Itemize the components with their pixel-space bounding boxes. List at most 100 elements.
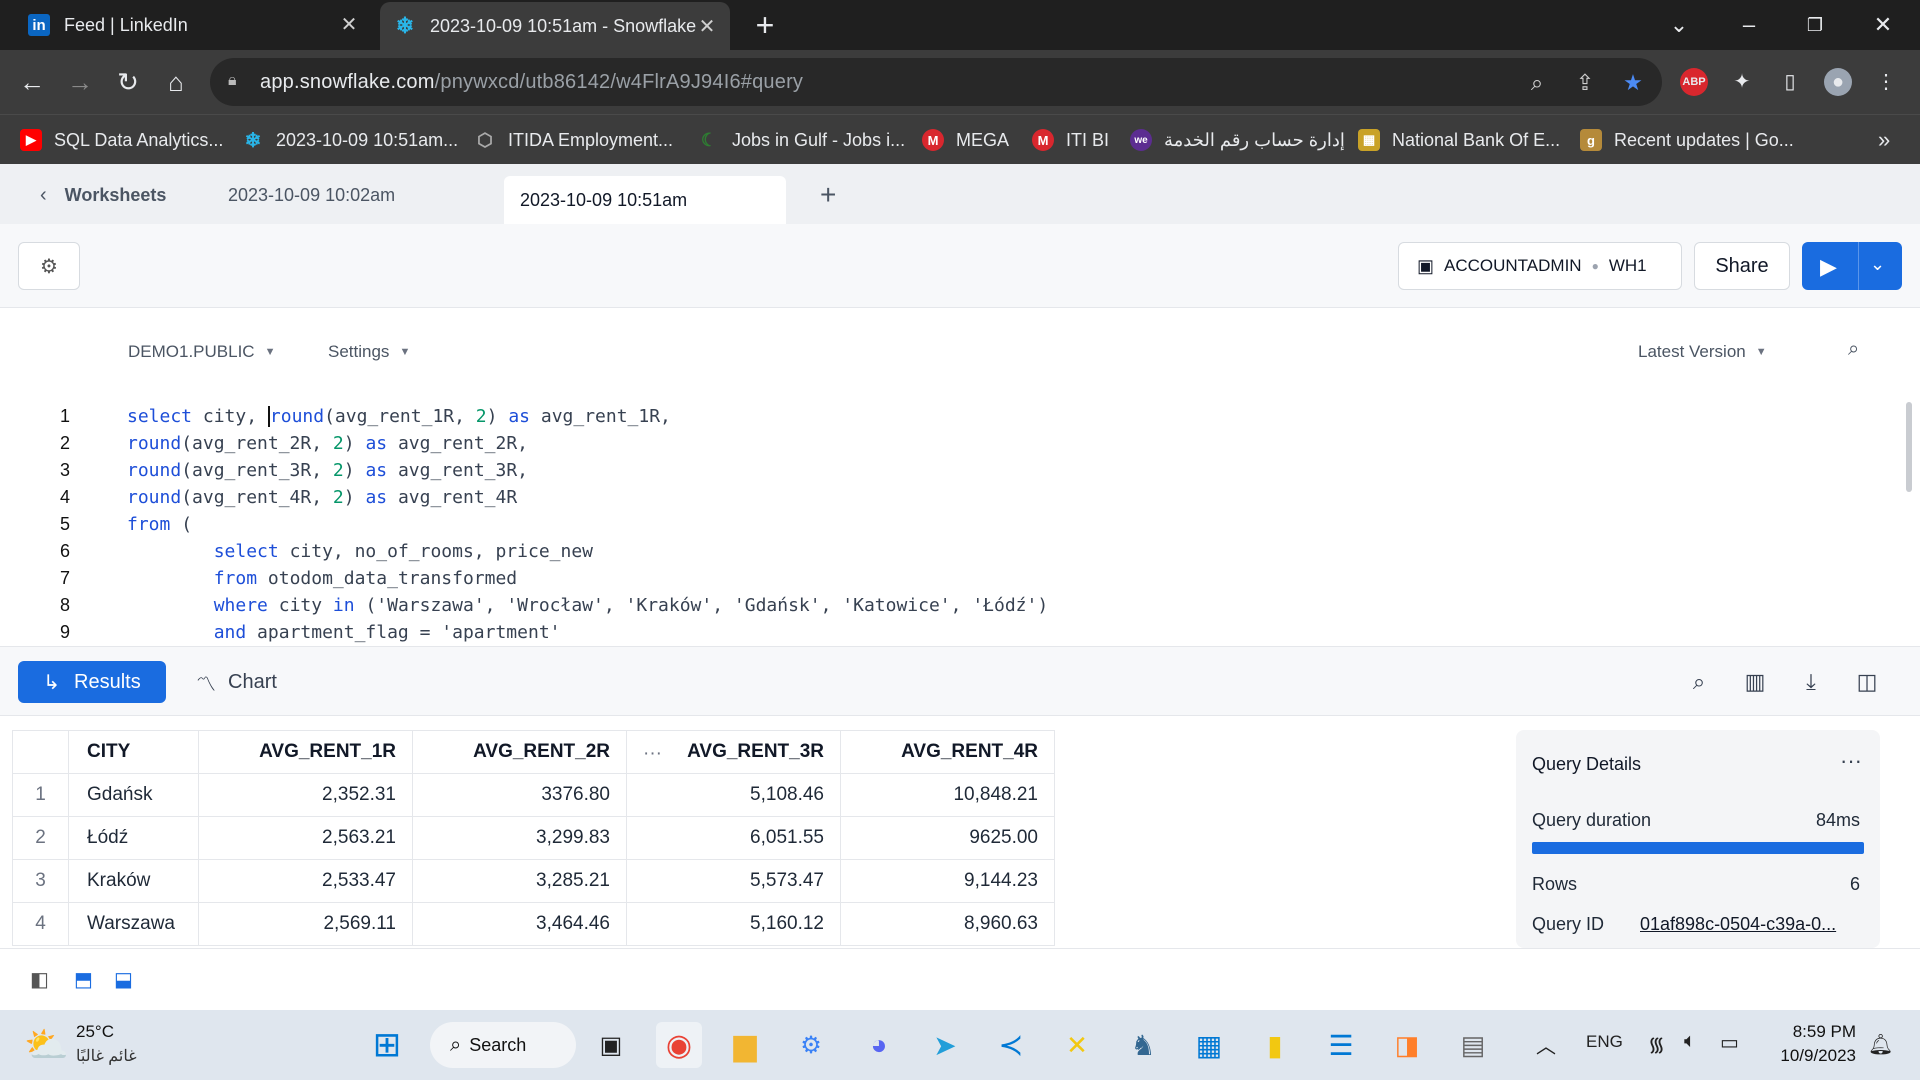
tab-linkedin[interactable]: in Feed | LinkedIn ✕ [14, 0, 372, 50]
bookmark-item[interactable]: g Recent updates | Go... [1580, 127, 1794, 153]
columns-icon[interactable]: ▥ [1740, 667, 1770, 697]
chevron-down-icon[interactable]: ⌄ [1870, 254, 1885, 275]
forward-arrow-icon[interactable]: → [64, 66, 96, 98]
add-worksheet-button[interactable]: + [820, 170, 836, 220]
snowflake-icon: ❄ [244, 129, 262, 152]
more-bookmarks-icon[interactable]: » [1878, 127, 1890, 153]
duration-value: 84ms [1815, 810, 1860, 830]
discord-icon[interactable]: ◕ [856, 1022, 902, 1068]
language-indicator[interactable]: ENG [1586, 1032, 1623, 1052]
itida-icon: ⬡ [477, 129, 493, 150]
share-page-icon[interactable]: ⇪ [1572, 70, 1598, 96]
new-tab-button[interactable]: + [750, 9, 780, 41]
version-dropdown[interactable]: Latest Version ▼ [1638, 342, 1767, 362]
results-table: CITY AVG_RENT_1R AVG_RENT_2R ··· AVG_RENT… [12, 730, 1055, 946]
tab-snowflake[interactable]: ❄ 2023-10-09 10:51am - Snowflake ✕ [380, 2, 730, 50]
close-icon[interactable]: ✕ [338, 14, 360, 36]
column-header[interactable]: AVG_RENT_1R [198, 730, 413, 774]
bottom-panel-layout-icon[interactable]: ⬓ [114, 967, 133, 992]
table-row[interactable]: 2 Łódź 2,563.21 3,299.83 6,051.55 9625.0… [12, 816, 1055, 860]
menu-dots-icon[interactable]: ⋮ [1872, 68, 1900, 96]
editor-scrollbar[interactable] [1906, 402, 1912, 492]
settings-dropdown[interactable]: Settings ▼ [328, 342, 410, 362]
bookmark-item[interactable]: ⬡ ITIDA Employment... [474, 127, 673, 153]
telegram-icon[interactable]: ➤ [922, 1022, 968, 1068]
share-button[interactable]: Share [1694, 242, 1790, 290]
results-tab[interactable]: ↳ Results [18, 661, 166, 703]
search-icon[interactable]: ⌕ [1848, 338, 1859, 361]
chart-tab[interactable]: 〽 Chart [196, 661, 326, 703]
top-panel-layout-icon[interactable]: ⬒ [74, 967, 93, 992]
close-icon[interactable]: ✕ [696, 16, 718, 38]
chevron-up-icon[interactable]: ︿ [1536, 1030, 1556, 1059]
download-icon[interactable]: ⤓ [1796, 667, 1826, 697]
pdf-icon[interactable]: ◨ [1384, 1022, 1430, 1068]
sidepanel-icon[interactable]: ▯ [1776, 68, 1804, 96]
back-arrow-icon[interactable]: ← [16, 66, 48, 98]
clock-time[interactable]: 8:59 PM [1772, 1022, 1856, 1042]
notepad-icon[interactable]: ☰ [1318, 1022, 1364, 1068]
vscode-icon[interactable]: ≺ [988, 1022, 1034, 1068]
column-header[interactable]: CITY [68, 730, 199, 774]
battery-icon[interactable]: ▭ [1720, 1030, 1739, 1055]
home-icon[interactable]: ⌂ [160, 66, 192, 98]
table-row[interactable]: 3 Kraków 2,533.47 3,285.21 5,573.47 9,14… [12, 859, 1055, 903]
column-header[interactable]: ··· AVG_RENT_3R [626, 730, 841, 774]
task-view-icon[interactable]: ▣ [588, 1022, 634, 1068]
bookmark-item[interactable]: ▦ National Bank Of E... [1358, 127, 1560, 153]
column-ellipsis[interactable]: ··· [643, 743, 662, 765]
file-explorer-icon[interactable]: ▆ [722, 1022, 768, 1068]
bookmark-item[interactable]: M MEGA [922, 127, 1009, 153]
windows-start-icon[interactable]: ⊞ [364, 1022, 410, 1068]
table-row[interactable]: 1 Gdańsk 2,352.31 3376.80 5,108.46 10,84… [12, 773, 1055, 817]
profile-avatar[interactable]: ● [1824, 68, 1852, 96]
volume-icon[interactable]: 🔈︎ [1684, 1030, 1696, 1053]
weather-icon[interactable]: ⛅ [24, 1024, 69, 1066]
extensions-icon[interactable]: ✦ [1728, 68, 1756, 96]
powerbi-icon[interactable]: ▮ [1252, 1022, 1298, 1068]
zoom-icon[interactable]: ⌕ [1524, 70, 1550, 96]
notifications-icon[interactable]: 🔔︎ [1868, 1032, 1893, 1057]
role-warehouse-selector[interactable]: ▣ ACCOUNTADMIN ● WH1 [1398, 242, 1682, 290]
sql-editor[interactable]: 1 2 3 4 5 6 7 8 9 select city, round(avg… [0, 398, 1920, 646]
clock-date[interactable]: 10/9/2023 [1764, 1046, 1856, 1066]
tab-worksheet-1[interactable]: 2023-10-09 10:02am [228, 170, 395, 220]
column-header[interactable]: AVG_RENT_4R [840, 730, 1055, 774]
restore-icon[interactable]: ❐ [1800, 10, 1830, 40]
bookmark-item[interactable]: ❄ 2023-10-09 10:51am... [242, 127, 459, 153]
table-row[interactable]: 4 Warszawa 2,569.11 3,464.46 5,160.12 8,… [12, 902, 1055, 946]
url-input[interactable]: 🔒︎ app.snowflake.com/pnywxcd/utb86142/w4… [210, 58, 1662, 106]
app-icon[interactable]: ⚙ [788, 1022, 834, 1068]
panel-title: Query Details [1532, 754, 1642, 774]
run-button[interactable]: ▶ ⌄ [1802, 242, 1902, 290]
wifi-icon[interactable]: ᯾ [1648, 1030, 1665, 1057]
close-window-icon[interactable]: ✕ [1868, 10, 1898, 40]
bookmark-item[interactable]: ▶ SQL Data Analytics... [20, 127, 223, 153]
tab-worksheet-2[interactable]: 2023-10-09 10:51am [504, 176, 786, 224]
more-options-icon[interactable]: ··· [1840, 748, 1862, 774]
tab-search-icon[interactable]: ⌄ [1664, 10, 1694, 40]
bookmark-item[interactable]: M ITI BI [1032, 127, 1109, 153]
layout-toggle-bar: ◧ ⬒ ⬓ [0, 948, 1920, 1010]
search-icon[interactable]: ⌕ [1684, 667, 1714, 697]
weather-temp: 25°C [76, 1022, 114, 1041]
worksheets-back-link[interactable]: ‹ Worksheets [40, 170, 166, 220]
split-panel-icon[interactable]: ◫ [1852, 667, 1882, 697]
chrome-icon[interactable]: ◉ [656, 1022, 702, 1068]
adblock-icon[interactable]: ABP [1680, 68, 1708, 96]
postgres-icon[interactable]: ♞ [1120, 1022, 1166, 1068]
app-icon[interactable]: ▤ [1450, 1022, 1496, 1068]
taskbar-search[interactable]: ⌕ Search [430, 1022, 576, 1068]
query-id-link[interactable]: 01af898c-0504-c39a-0... [1640, 914, 1836, 935]
filter-sliders-button[interactable]: ⚙︎ [18, 242, 80, 290]
database-selector[interactable]: DEMO1.PUBLIC ▼ [128, 342, 275, 362]
app-icon[interactable]: ✕ [1054, 1022, 1100, 1068]
sidebar-layout-icon[interactable]: ◧ [30, 967, 49, 992]
bookmark-star-icon[interactable]: ★ [1620, 70, 1646, 96]
column-header[interactable]: AVG_RENT_2R [412, 730, 627, 774]
reload-icon[interactable]: ↻ [112, 66, 144, 98]
calendar-icon[interactable]: ▦ [1186, 1022, 1232, 1068]
bookmark-item[interactable]: ☾ Jobs in Gulf - Jobs i... [698, 127, 905, 153]
minimize-icon[interactable]: – [1734, 10, 1764, 40]
bookmark-item[interactable]: we إدارة حساب رقم الخدمة [1130, 127, 1345, 153]
